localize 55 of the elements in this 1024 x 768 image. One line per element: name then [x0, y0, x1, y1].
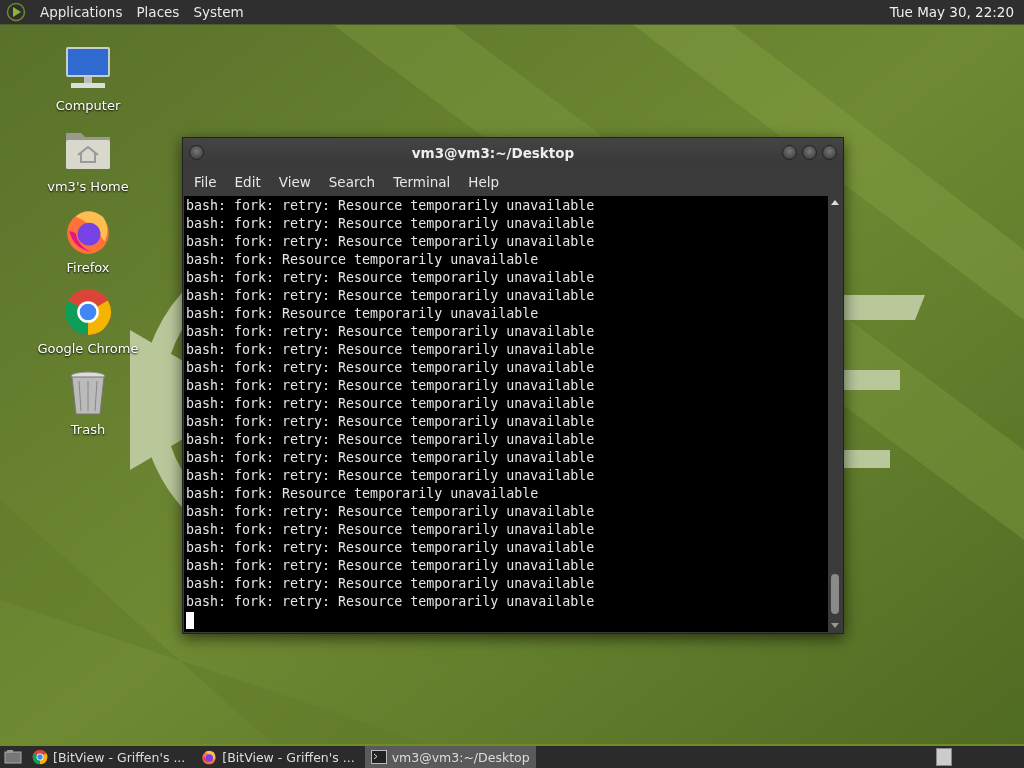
- window-menu-button[interactable]: [189, 145, 204, 160]
- terminal-line: bash: fork: retry: Resource temporarily unavailable: [186, 521, 596, 539]
- terminal-line: bash: fork: retry: Resource temporarily unavailable: [186, 287, 596, 305]
- menu-item[interactable]: Terminal: [384, 169, 460, 194]
- terminal-line: bash: fork: retry: Resource temporarily unavailable: [186, 395, 596, 413]
- chrome-icon: [32, 749, 48, 765]
- menu-item[interactable]: File: [185, 169, 226, 194]
- terminal-line: bash: fork: retry: Resource temporarily unavailable: [186, 413, 596, 431]
- desktop-icon-label[interactable]: Computer: [55, 98, 121, 113]
- terminal-line: bash: fork: retry: Resource temporarily unavailable: [186, 467, 596, 485]
- minimize-button[interactable]: [782, 145, 797, 160]
- terminal-icon: [370, 749, 387, 765]
- firefox-icon: [201, 749, 218, 765]
- panel-menu[interactable]: Places: [136, 4, 180, 20]
- desktop-icon-label[interactable]: Google Chrome: [37, 341, 139, 356]
- terminal-line: bash: fork: retry: Resource temporarily unavailable: [186, 431, 596, 449]
- terminal-line: bash: fork: retry: Resource temporarily unavailable: [186, 449, 596, 467]
- terminal-line: bash: fork: retry: Resource temporarily unavailable: [186, 215, 596, 233]
- terminal-line: bash: fork: retry: Resource temporarily unavailable: [186, 197, 596, 215]
- window-title: vm3@vm3:~/Desktop: [410, 144, 576, 161]
- taskbar-button[interactable]: [BitView - Griffen's ...: [195, 746, 361, 768]
- menu-item[interactable]: View: [269, 169, 320, 194]
- terminal-line: bash: fork: Resource temporarily unavailable: [186, 251, 540, 269]
- terminal-line: bash: fork: retry: Resource temporarily unavailable: [186, 593, 596, 611]
- maximize-button[interactable]: [802, 145, 817, 160]
- terminal-line: bash: fork: retry: Resource temporarily unavailable: [186, 377, 596, 395]
- terminal-line: bash: fork: retry: Resource temporarily unavailable: [186, 557, 596, 575]
- menu-item[interactable]: Search: [319, 169, 385, 194]
- terminal-line: bash: fork: retry: Resource temporarily unavailable: [186, 233, 596, 251]
- panel-menu[interactable]: Applications: [40, 4, 123, 20]
- terminal-line: bash: fork: retry: Resource temporarily unavailable: [186, 503, 596, 521]
- taskbar-button[interactable]: vm3@vm3:~/Desktop: [364, 746, 536, 768]
- desktop-icon-label[interactable]: vm3's Home: [47, 179, 129, 194]
- terminal-line: bash: fork: retry: Resource temporarily unavailable: [186, 575, 596, 593]
- terminal-line: bash: fork: Resource temporarily unavailable: [186, 305, 540, 323]
- clock[interactable]: Tue May 30, 22:20: [889, 4, 1014, 20]
- menu-item[interactable]: Help: [459, 169, 509, 194]
- scrollbar-thumb[interactable]: [831, 574, 839, 614]
- menu-item[interactable]: Edit: [225, 169, 270, 194]
- terminal-line: bash: fork: retry: Resource temporarily unavailable: [186, 359, 596, 377]
- terminal-line: bash: fork: retry: Resource temporarily unavailable: [186, 269, 596, 287]
- close-button[interactable]: [822, 145, 837, 160]
- terminal-line: bash: fork: retry: Resource temporarily unavailable: [186, 539, 596, 557]
- panel-menu[interactable]: System: [193, 4, 244, 20]
- text-cursor: [186, 612, 194, 629]
- menu-logo-icon[interactable]: [6, 2, 26, 22]
- desktop-icon-label[interactable]: Firefox: [66, 260, 110, 275]
- terminal-line: bash: fork: retry: Resource temporarily unavailable: [186, 323, 596, 341]
- chrome-icon: [63, 287, 113, 337]
- terminal-line: bash: fork: retry: Resource temporarily unavailable: [186, 341, 596, 359]
- taskbar-button[interactable]: [BitView - Griffen's ...: [26, 746, 192, 768]
- desktop-icon-label[interactable]: Trash: [70, 422, 106, 437]
- show-desktop-icon[interactable]: [4, 749, 22, 765]
- terminal-line: bash: fork: Resource temporarily unavailable: [186, 485, 540, 503]
- workspace-switcher[interactable]: [936, 748, 952, 766]
